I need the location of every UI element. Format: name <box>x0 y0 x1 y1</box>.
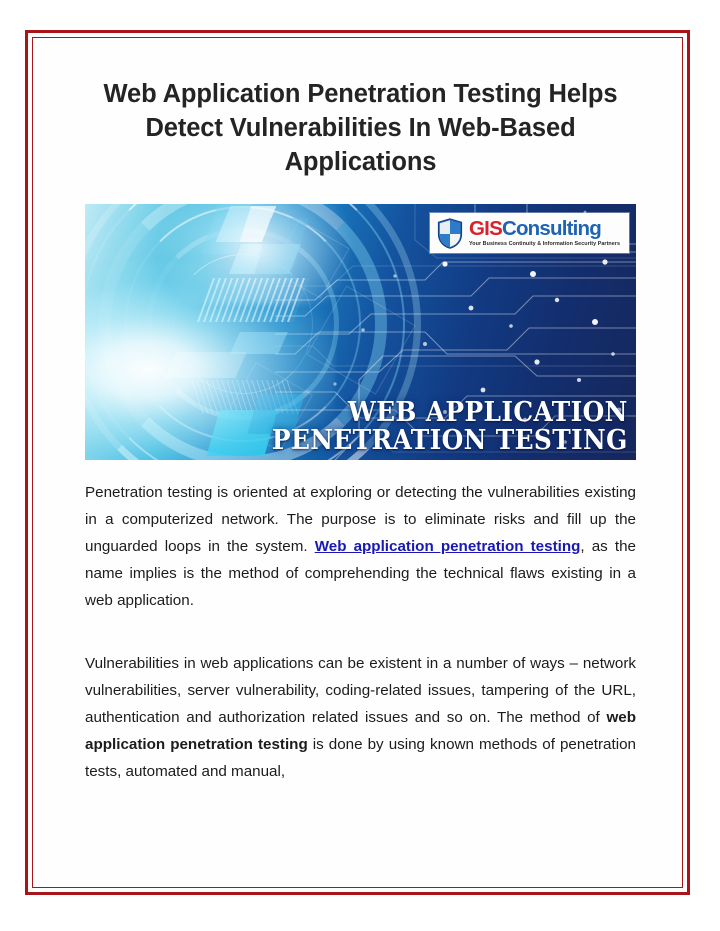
banner-heading: WEB APPLICATION PENETRATION TESTING <box>272 396 628 457</box>
page-title: Web Application Penetration Testing Help… <box>103 80 618 176</box>
gis-consulting-logo: GISConsulting Your Business Continuity &… <box>430 212 629 253</box>
banner-heading-line-1: WEB APPLICATION <box>348 396 628 428</box>
banner-image: GISConsulting Your Business Continuity &… <box>85 203 636 460</box>
body-paragraph-1: Penetration testing is oriented at explo… <box>85 460 636 614</box>
shield-icon <box>437 217 463 249</box>
logo-name-gis: GIS <box>469 217 503 241</box>
banner-glow-top <box>155 203 355 304</box>
paragraph-2-text-before-bold: Vulnerabilities in web applications can … <box>85 654 636 727</box>
logo-name: GISConsulting <box>469 219 620 240</box>
web-application-penetration-testing-link[interactable]: Web application penetration testing <box>315 538 581 555</box>
logo-name-consulting: Consulting <box>501 217 602 241</box>
document-content: Web Application Penetration Testing Help… <box>85 30 636 785</box>
document-page: Web Application Penetration Testing Help… <box>0 0 720 931</box>
logo-wordmark: GISConsulting Your Business Continuity &… <box>469 219 620 247</box>
body-paragraph-2: Vulnerabilities in web applications can … <box>85 614 636 785</box>
banner-heading-line-2: PENETRATION TESTING <box>272 425 628 457</box>
logo-tagline: Your Business Continuity & Information S… <box>469 240 620 247</box>
